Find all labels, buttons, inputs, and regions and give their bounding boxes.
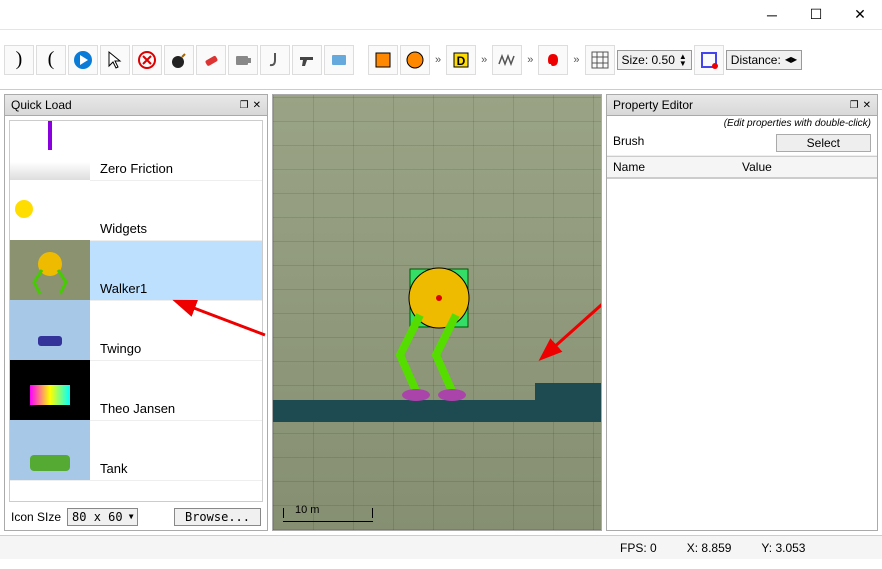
walker-object[interactable] <box>378 265 498 405</box>
chevrons-icon[interactable]: » <box>478 54 490 66</box>
size-label: Size: 0.50 <box>622 53 675 67</box>
quick-load-title: Quick Load <box>11 98 72 112</box>
bomb-icon[interactable] <box>164 45 194 75</box>
eraser-icon[interactable] <box>196 45 226 75</box>
property-hint: (Edit properties with double-click) <box>607 116 877 131</box>
distance-input[interactable]: Distance: ◀▶ <box>726 50 802 70</box>
panel-close-icon[interactable]: ✕ <box>863 100 871 111</box>
platform-step <box>535 383 602 401</box>
rect-select-icon[interactable] <box>694 45 724 75</box>
list-item[interactable]: Zero Friction <box>10 121 262 181</box>
gun-icon[interactable] <box>292 45 322 75</box>
status-bar: FPS: 0 X: 8.859 Y: 3.053 <box>0 535 882 559</box>
property-editor-title: Property Editor <box>613 98 693 112</box>
property-table[interactable] <box>607 178 877 530</box>
chevrons-icon[interactable]: » <box>432 54 444 66</box>
property-editor-panel: Property Editor ❐ ✕ (Edit properties wit… <box>606 94 878 531</box>
paren-right-icon[interactable]: ( <box>36 45 66 75</box>
thumbnail <box>10 420 90 480</box>
distance-label: Distance: <box>731 53 781 67</box>
quick-load-title-bar: Quick Load ❐ ✕ <box>5 95 267 116</box>
cancel-icon[interactable] <box>132 45 162 75</box>
paren-left-icon[interactable]: ) <box>4 45 34 75</box>
grid-icon[interactable] <box>585 45 615 75</box>
y-readout: Y: 3.053 <box>761 541 805 555</box>
scale-label: 10 m <box>295 504 319 516</box>
circle-shape-icon[interactable] <box>400 45 430 75</box>
col-name: Name <box>613 160 742 174</box>
list-item[interactable]: Tank <box>10 421 262 481</box>
card-icon[interactable] <box>324 45 354 75</box>
browse-button[interactable]: Browse... <box>174 508 261 526</box>
property-editor-title-bar: Property Editor ❐ ✕ <box>607 95 877 116</box>
thumbnail <box>10 300 90 360</box>
size-input[interactable]: Size: 0.50 ▲▼ <box>617 50 692 70</box>
list-item[interactable]: Theo Jansen <box>10 361 262 421</box>
list-item[interactable]: Widgets <box>10 181 262 241</box>
thumbnail <box>10 360 90 420</box>
maximize-button[interactable]: ☐ <box>794 0 838 30</box>
play-icon[interactable] <box>68 45 98 75</box>
item-label: Widgets <box>90 217 157 240</box>
d-letter-icon[interactable]: D <box>446 45 476 75</box>
panel-close-icon[interactable]: ✕ <box>253 100 261 111</box>
chevrons-icon[interactable]: » <box>524 54 536 66</box>
icon-size-dropdown[interactable]: 80 x 60 <box>67 508 138 526</box>
dock-icon[interactable]: ❐ <box>240 100 249 111</box>
chevrons-icon[interactable]: » <box>570 54 582 66</box>
item-label: Walker1 <box>90 277 157 300</box>
thumbnail <box>10 120 90 180</box>
icon-size-label: Icon SIze <box>11 510 61 524</box>
thumbnail <box>10 180 90 240</box>
window-titlebar: ─ ☐ ✕ <box>0 0 882 30</box>
hook-icon[interactable] <box>260 45 290 75</box>
svg-text:D: D <box>457 54 466 68</box>
dock-icon[interactable]: ❐ <box>850 100 859 111</box>
red-arrow-annotation <box>170 290 270 340</box>
brush-label: Brush <box>613 134 776 152</box>
main-toolbar: ) ( » D » » » Size: 0.50 ▲▼ Distance: ◀▶ <box>0 30 882 90</box>
blob-icon[interactable] <box>538 45 568 75</box>
square-shape-icon[interactable] <box>368 45 398 75</box>
item-label: Zero Friction <box>90 157 183 180</box>
item-label: Theo Jansen <box>90 397 185 420</box>
cursor-icon[interactable] <box>100 45 130 75</box>
spring-icon[interactable] <box>492 45 522 75</box>
simulation-canvas[interactable]: 10 m <box>272 94 602 531</box>
col-value: Value <box>742 160 871 174</box>
red-arrow-annotation <box>533 285 602 375</box>
minimize-button[interactable]: ─ <box>750 0 794 30</box>
x-readout: X: 8.859 <box>687 541 732 555</box>
item-label: Twingo <box>90 337 151 360</box>
camera-icon[interactable] <box>228 45 258 75</box>
item-label: Tank <box>90 457 137 480</box>
thumbnail <box>10 240 90 300</box>
select-button[interactable]: Select <box>776 134 871 152</box>
close-button[interactable]: ✕ <box>838 0 882 30</box>
fps-readout: FPS: 0 <box>620 541 657 555</box>
